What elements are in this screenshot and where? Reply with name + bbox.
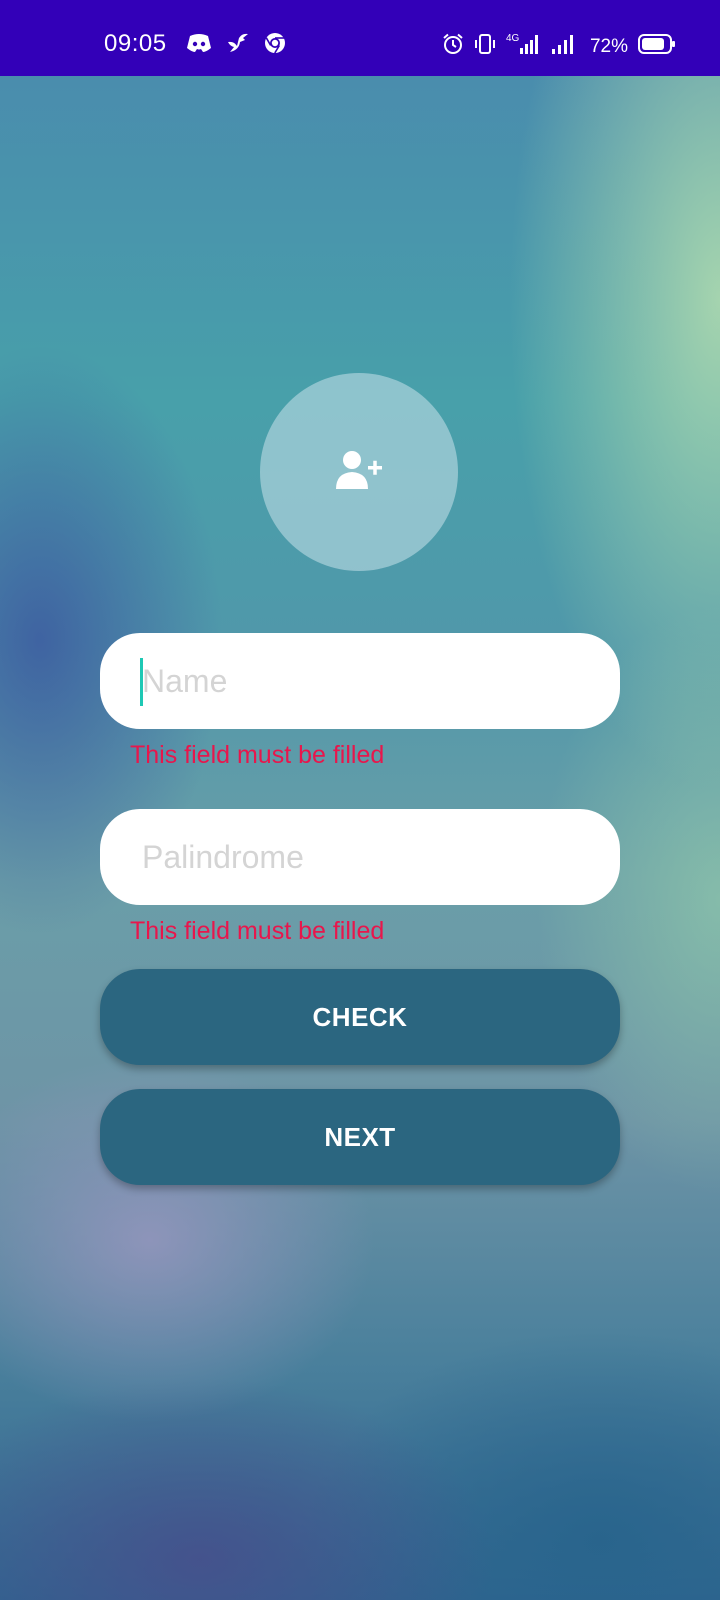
status-bar: 09:05 4G 72% [0,0,720,76]
battery-icon [638,33,676,60]
signal-4g-icon: 4G [506,32,540,61]
notification-icons [186,32,286,59]
battery-percent: 72% [589,35,628,57]
text-cursor [140,658,143,706]
palindrome-field[interactable] [100,809,620,905]
palindrome-input[interactable] [142,838,582,876]
network-type-label: 4G [506,33,520,44]
name-input[interactable] [142,662,582,700]
name-error-text: This field must be filled [130,741,385,769]
vibrate-icon [474,33,496,60]
next-button[interactable]: NEXT [100,1089,620,1185]
signal-icon [550,33,576,60]
check-button[interactable]: CHECK [100,969,620,1065]
avatar-button[interactable] [260,373,458,571]
name-field[interactable] [100,633,620,729]
alarm-icon [442,33,464,60]
add-user-icon [334,449,384,496]
main-screen: 09:05 4G 72% Name This field must be fil… [0,0,720,1600]
status-time: 09:05 [104,30,167,57]
palindrome-error-text: This field must be filled [130,917,385,945]
discord-icon [186,33,212,58]
status-right-icons: 4G 72% [442,32,676,61]
bird-icon [226,32,250,59]
chrome-icon [264,32,286,59]
